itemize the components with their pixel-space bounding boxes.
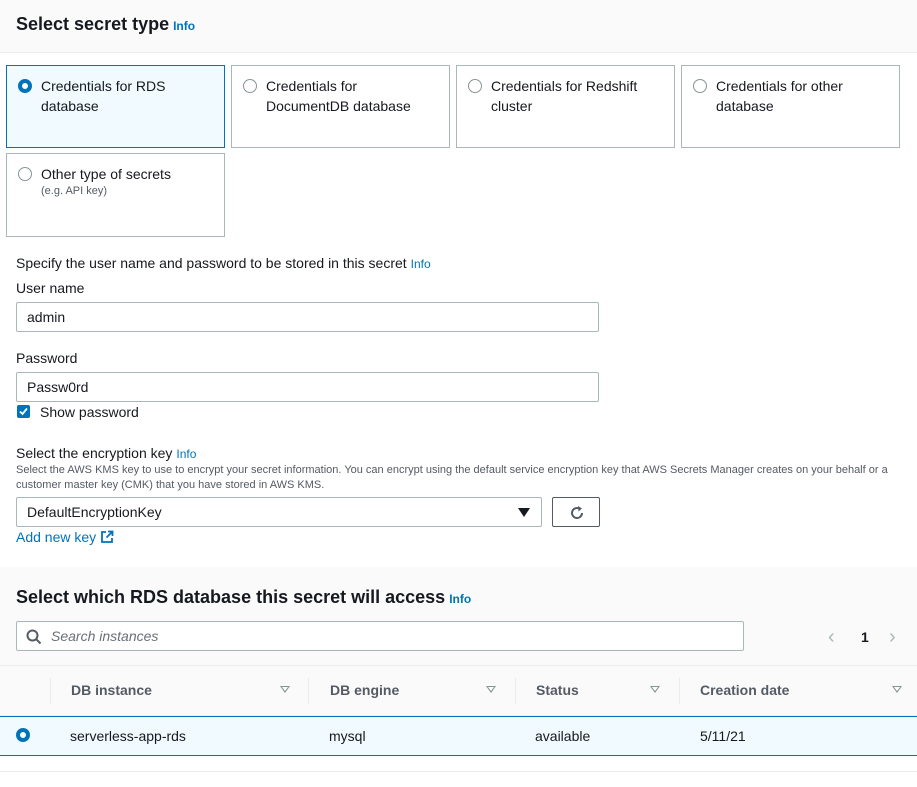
column-header-db-instance[interactable]: DB instance xyxy=(71,682,152,698)
rds-title: Select which RDS database this secret wi… xyxy=(16,587,471,608)
encryption-key-select[interactable]: DefaultEncryptionKey xyxy=(16,497,542,527)
secret-type-title-text: Select secret type xyxy=(16,14,170,34)
add-new-key-text: Add new key xyxy=(16,529,97,545)
encryption-key-value: DefaultEncryptionKey xyxy=(27,504,162,520)
tile-rds-label: Credentials for RDS database xyxy=(41,78,166,114)
username-label: User name xyxy=(16,280,85,296)
column-divider xyxy=(515,678,516,704)
search-icon xyxy=(26,629,42,645)
row-select-radio[interactable] xyxy=(16,728,30,742)
column-header-creation-date[interactable]: Creation date xyxy=(700,682,789,698)
table-row[interactable]: serverless-app-rds mysql available 5/11/… xyxy=(0,716,917,756)
tile-documentdb-label: Credentials for DocumentDB database xyxy=(266,78,411,114)
search-instances-field[interactable] xyxy=(16,621,744,651)
secret-type-title: Select secret type Info xyxy=(16,14,195,35)
radio-other-secret[interactable] xyxy=(18,167,32,181)
sort-icon[interactable] xyxy=(486,686,496,693)
tile-other-secret-label: Other type of secrets xyxy=(41,166,171,182)
cell-db-engine: mysql xyxy=(329,728,366,744)
pagination-next-icon[interactable]: › xyxy=(889,626,896,649)
tile-redshift-credentials[interactable]: Credentials for Redshift cluster xyxy=(456,65,675,148)
tile-other-db-credentials[interactable]: Credentials for other database xyxy=(681,65,900,148)
column-header-status[interactable]: Status xyxy=(536,682,579,698)
credentials-heading: Specify the user name and password to be… xyxy=(16,255,431,271)
show-password-checkbox[interactable] xyxy=(17,405,30,418)
credentials-heading-text: Specify the user name and password to be… xyxy=(16,255,407,271)
encryption-label: Select the encryption key Info xyxy=(16,445,196,461)
refresh-keys-button[interactable] xyxy=(552,497,600,527)
sort-icon[interactable] xyxy=(280,686,290,693)
tile-other-secret-desc: (e.g. API key) xyxy=(41,185,108,197)
rds-section: Select which RDS database this secret wi… xyxy=(0,567,917,787)
secret-type-header: Select secret type Info xyxy=(0,0,917,53)
tile-redshift-label: Credentials for Redshift cluster xyxy=(491,78,638,114)
table-bottom-divider xyxy=(0,771,917,772)
secret-type-info-link[interactable]: Info xyxy=(173,19,195,33)
encryption-help-text: Select the AWS KMS key to use to encrypt… xyxy=(16,464,888,491)
rds-info-link[interactable]: Info xyxy=(449,592,471,606)
radio-rds-credentials[interactable] xyxy=(18,79,32,93)
cell-creation-date: 5/11/21 xyxy=(700,728,746,744)
table-header: DB instance DB engine Status Creation da… xyxy=(0,665,917,716)
tile-other-secret[interactable]: Other type of secrets (e.g. API key) xyxy=(6,153,225,237)
radio-documentdb-credentials[interactable] xyxy=(243,79,257,93)
rds-title-text: Select which RDS database this secret wi… xyxy=(16,587,446,607)
checkmark-icon xyxy=(19,407,28,416)
encryption-label-text: Select the encryption key xyxy=(16,445,173,461)
password-label: Password xyxy=(16,350,78,366)
cell-db-instance: serverless-app-rds xyxy=(70,728,186,744)
sort-icon[interactable] xyxy=(650,686,660,693)
search-instances-input[interactable] xyxy=(51,626,731,646)
show-password-label[interactable]: Show password xyxy=(40,404,139,420)
username-input[interactable] xyxy=(16,302,599,332)
pagination-prev-icon[interactable]: ‹ xyxy=(828,626,835,649)
cell-status: available xyxy=(535,728,591,744)
tile-documentdb-credentials[interactable]: Credentials for DocumentDB database xyxy=(231,65,450,148)
tile-other-db-label: Credentials for other database xyxy=(716,78,843,114)
column-divider xyxy=(679,678,680,704)
refresh-icon xyxy=(571,506,584,519)
tile-rds-credentials[interactable]: Credentials for RDS database xyxy=(6,65,225,148)
credentials-info-link[interactable]: Info xyxy=(411,257,431,271)
caret-down-icon xyxy=(518,508,530,517)
sort-icon[interactable] xyxy=(892,686,902,693)
column-divider xyxy=(308,678,309,704)
column-divider xyxy=(50,678,51,704)
radio-redshift-credentials[interactable] xyxy=(468,79,482,93)
pagination-current-page[interactable]: 1 xyxy=(861,629,869,645)
password-input[interactable] xyxy=(16,372,599,402)
radio-other-db-credentials[interactable] xyxy=(693,79,707,93)
column-header-db-engine[interactable]: DB engine xyxy=(330,682,399,698)
add-new-key-link[interactable]: Add new key xyxy=(16,529,114,545)
encryption-info-link[interactable]: Info xyxy=(176,447,196,461)
external-link-icon xyxy=(101,530,114,543)
